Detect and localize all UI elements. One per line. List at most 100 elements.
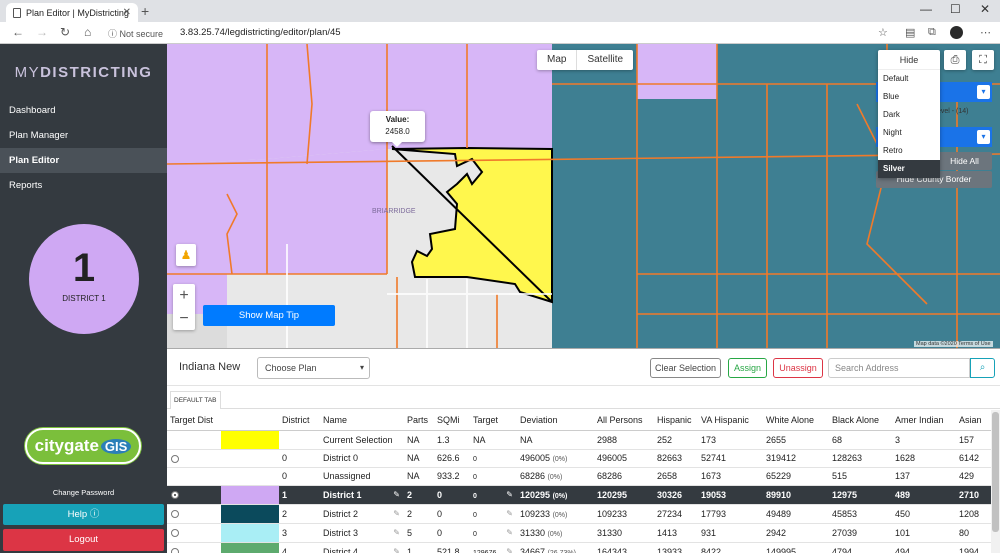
app-logo[interactable]: MYDISTRICTING [0, 64, 167, 81]
table-row[interactable]: 3 District 3 ✎ 5 0 0 ✎ 31330 (0%) 31330 1413 931 29… [167, 523, 1000, 543]
col-header[interactable]: Target Dist [167, 410, 221, 431]
table-scrollbar[interactable] [991, 410, 1000, 553]
scrollbar-thumb[interactable] [992, 412, 999, 532]
reload-icon[interactable]: ↻ [60, 25, 70, 39]
table-tabs: DEFAULT TAB [167, 387, 1000, 409]
map-canvas[interactable]: BRIARRIDGE Map Satellite Value: 2458.0 ♟… [167, 44, 1000, 349]
unassign-button[interactable]: Unassign [773, 358, 823, 378]
col-header[interactable]: Target [470, 410, 517, 431]
change-password-link[interactable]: Change Password [0, 488, 167, 497]
edit-target-icon[interactable]: ✎ [506, 490, 513, 499]
more-menu-icon[interactable]: ⋯ [980, 26, 991, 39]
target-dist-radio[interactable] [171, 510, 179, 519]
col-header[interactable]: All Persons [594, 410, 654, 431]
map-type-satellite[interactable]: Satellite [577, 50, 633, 70]
table-row[interactable]: 1 District 1 ✎ 2 0 0 ✎ 120295 (0%) 120295 30326 19… [167, 485, 1000, 505]
choose-plan-select[interactable]: Choose Plan ▾ [257, 357, 370, 379]
col-header[interactable]: SQMi [434, 410, 470, 431]
edit-name-icon[interactable]: ✎ [393, 509, 400, 518]
collections-icon[interactable]: ▤ [905, 26, 915, 39]
map-style-option[interactable]: Default [878, 70, 940, 88]
close-tab-icon[interactable]: ✕ [123, 7, 131, 18]
assign-button[interactable]: Assign [728, 358, 767, 378]
security-indicator[interactable]: ⓘ Not secure [108, 27, 163, 40]
hide-all-button[interactable]: Hide All [937, 152, 992, 170]
maximize-icon[interactable]: ☐ [950, 2, 961, 16]
district-color-swatch[interactable] [221, 523, 279, 541]
clear-selection-button[interactable]: Clear Selection [650, 358, 721, 378]
col-header[interactable]: VA Hispanic [698, 410, 763, 431]
map-style-option-selected[interactable]: Silver [878, 160, 940, 178]
extensions-icon[interactable]: ⧉ [928, 26, 936, 39]
minimize-icon[interactable]: — [920, 2, 932, 16]
map-style-option[interactable]: Blue [878, 88, 940, 106]
search-address-input[interactable]: Search Address [828, 358, 970, 378]
target-dist-cell [167, 542, 221, 553]
edit-target-icon[interactable]: ✎ [506, 547, 513, 553]
deviation-cell: 68286 (0%) [517, 467, 594, 486]
map-style-option[interactable]: Retro [878, 142, 940, 160]
browser-tab[interactable]: Plan Editor | MyDistricting ✕ [6, 3, 138, 22]
edit-target-icon[interactable]: ✎ [506, 509, 513, 518]
show-map-tip-button[interactable]: Show Map Tip [203, 305, 335, 326]
home-icon[interactable]: ⌂ [84, 25, 91, 39]
new-tab-icon[interactable]: + [141, 3, 149, 19]
edit-target-icon[interactable]: ✎ [506, 528, 513, 537]
col-header[interactable]: District [279, 410, 320, 431]
street-view-pegman-icon[interactable]: ♟ [176, 244, 196, 266]
sidebar-item-reports[interactable]: Reports [0, 173, 167, 198]
col-header[interactable]: Amer Indian [892, 410, 956, 431]
col-header[interactable]: White Alone [763, 410, 829, 431]
url-field[interactable]: 3.83.25.74/legdistricting/editor/plan/45 [180, 27, 341, 38]
amer-cell: 1628 [892, 449, 956, 468]
district-color-swatch[interactable] [221, 430, 279, 448]
map-style-hide-button[interactable]: Hide [878, 50, 940, 70]
district-color-swatch[interactable] [221, 542, 279, 553]
col-header[interactable]: Black Alone [829, 410, 892, 431]
edit-name-icon[interactable]: ✎ [393, 528, 400, 537]
target-dist-cell [167, 485, 221, 505]
close-window-icon[interactable]: ✕ [980, 2, 990, 16]
map-style-option[interactable]: Dark [878, 106, 940, 124]
map-type-map[interactable]: Map [537, 50, 578, 70]
target-dist-radio[interactable] [171, 529, 179, 538]
chevron-down-icon[interactable]: ▾ [977, 85, 990, 99]
zoom-out-icon[interactable]: − [173, 307, 195, 330]
table-row[interactable]: Current Selection NA 1.3 NA NA 2988 252 173 265… [167, 430, 1000, 450]
target-dist-radio[interactable] [171, 548, 179, 553]
col-header[interactable]: Hispanic [654, 410, 698, 431]
fullscreen-icon[interactable]: ⛶ [972, 50, 994, 70]
edit-name-icon[interactable]: ✎ [393, 490, 400, 499]
target-dist-radio[interactable] [171, 491, 179, 500]
edit-name-icon[interactable]: ✎ [393, 547, 400, 553]
zoom-in-icon[interactable]: + [173, 284, 195, 307]
map-attribution[interactable]: Map data ©2020 Terms of Use [914, 341, 993, 347]
district-label: DISTRICT 1 [62, 294, 106, 303]
table-row[interactable]: 2 District 2 ✎ 2 0 0 ✎ 109233 (0%) 109233 27234 17… [167, 504, 1000, 524]
table-row[interactable]: 0 Unassigned NA 933.2 0 68286 (0%) 68286 2658 16… [167, 467, 1000, 486]
help-button[interactable]: Help ⓘ [3, 504, 164, 525]
map-style-option[interactable]: Night [878, 124, 940, 142]
col-header[interactable]: Deviation [517, 410, 594, 431]
star-icon[interactable]: ☆ [878, 26, 888, 39]
district-color-swatch[interactable] [221, 504, 279, 522]
table-row[interactable]: 4 District 4 ✎ 1 521.8 129676 ✎ 34667 (26.73%) 1… [167, 542, 1000, 553]
table-row[interactable]: 0 District 0 NA 626.6 0 496005 (0%) 496005 8266… [167, 449, 1000, 468]
profile-avatar[interactable] [950, 26, 963, 39]
col-header[interactable]: Parts [404, 410, 434, 431]
target-dist-radio[interactable] [171, 454, 179, 463]
tab-default[interactable]: DEFAULT TAB [170, 391, 221, 409]
logout-button[interactable]: Logout [3, 529, 164, 551]
forward-icon[interactable]: → [36, 25, 48, 39]
col-header[interactable]: Name [320, 410, 404, 431]
district-color-swatch[interactable] [221, 485, 279, 503]
deviation-cell: 34667 (26.73%) [517, 542, 594, 553]
sidebar-item-plan-manager[interactable]: Plan Manager [0, 123, 167, 148]
back-icon[interactable]: ← [12, 25, 24, 39]
chevron-down-icon[interactable]: ▾ [977, 130, 990, 144]
sidebar-item-plan-editor[interactable]: Plan Editor [0, 148, 167, 173]
search-icon[interactable]: ⌕ [970, 358, 995, 378]
print-icon[interactable]: ⎙ [944, 50, 966, 70]
deviation-value: 120295 [520, 489, 551, 500]
sidebar-item-dashboard[interactable]: Dashboard [0, 98, 167, 123]
